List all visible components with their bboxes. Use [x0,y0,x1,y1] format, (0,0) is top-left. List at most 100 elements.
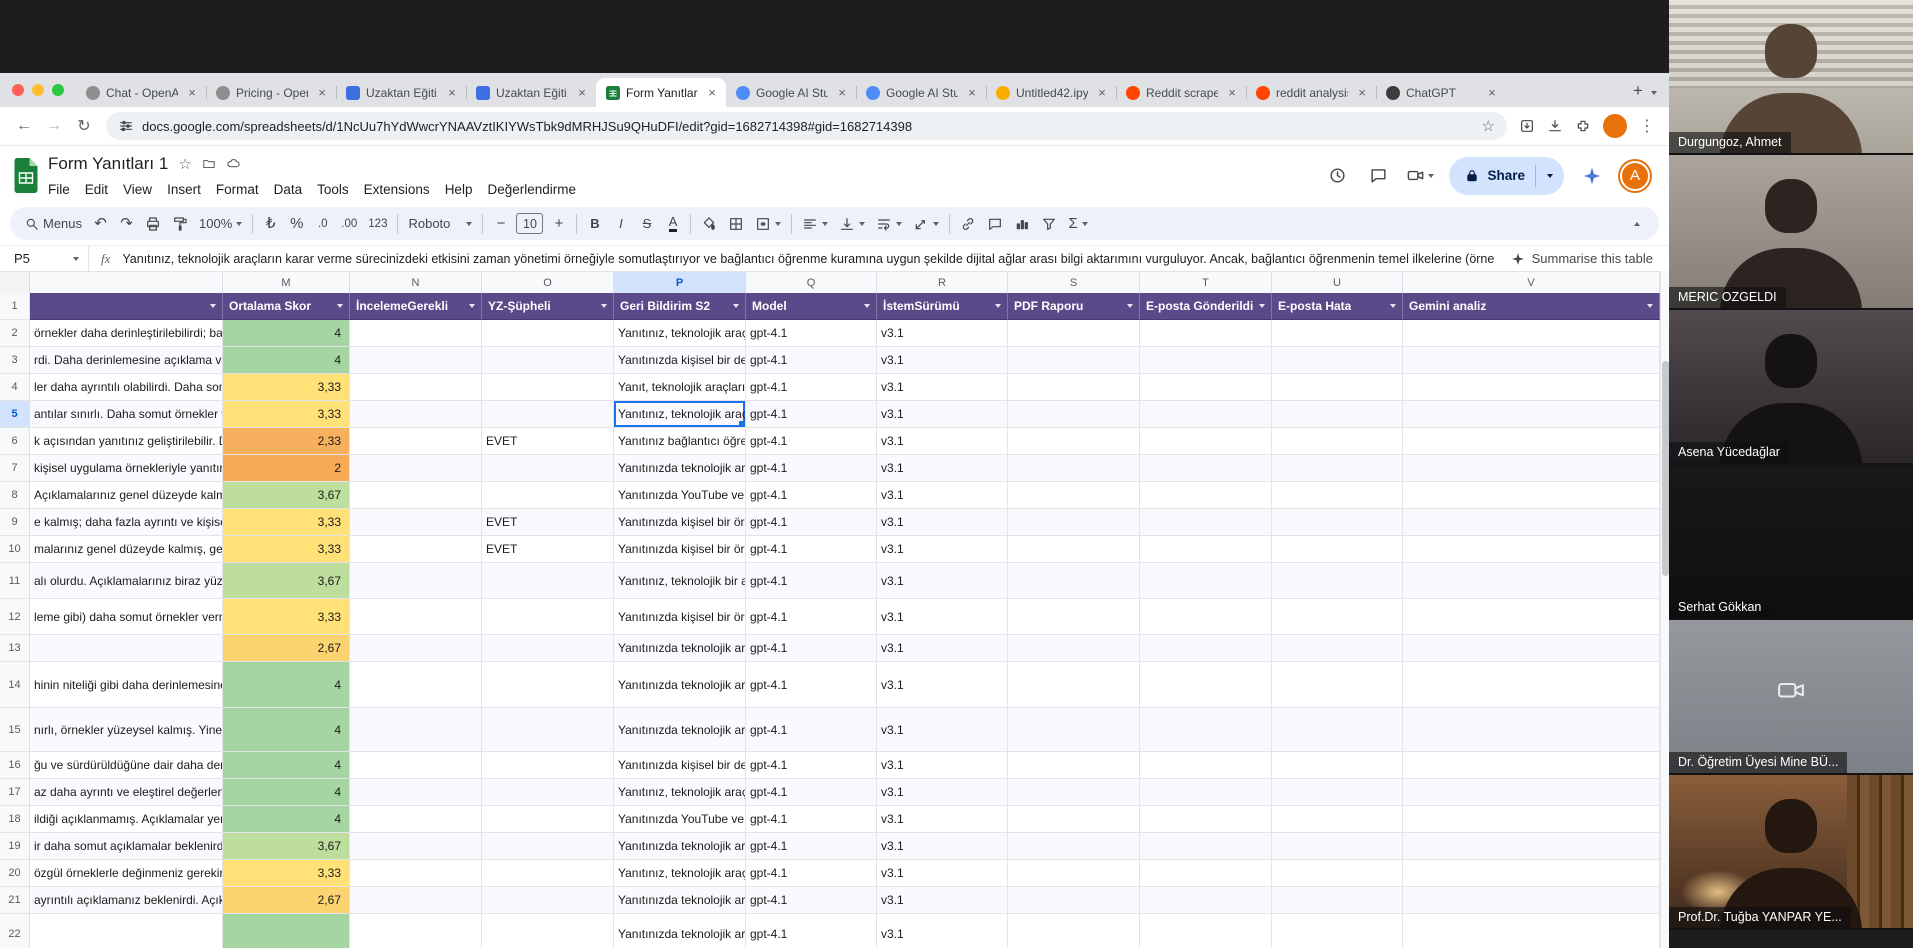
cell-email-sent[interactable] [1140,347,1272,374]
cell-feedback[interactable]: Yanıtınız, teknolojik araç [614,779,746,806]
cell-email-error[interactable] [1272,833,1403,860]
undo-button[interactable]: ↶ [88,211,113,237]
cell-yz[interactable] [482,708,614,752]
cell-inceleme[interactable] [350,347,482,374]
version-history-icon[interactable] [1324,163,1350,189]
cell-model[interactable]: gpt-4.1 [746,752,877,779]
star-document-icon[interactable]: ☆ [178,155,191,173]
cell-feedback[interactable]: Yanıtınızda kişisel bir ör [614,599,746,635]
column-header-M[interactable]: Ortalama Skor [223,293,350,320]
extensions-icon[interactable] [1575,118,1591,134]
cell-model[interactable]: gpt-4.1 [746,320,877,347]
format-currency-button[interactable]: ₺ [258,211,283,237]
cell-email-error[interactable] [1272,914,1403,948]
cell-yz[interactable]: EVET [482,509,614,536]
cell-version[interactable]: v3.1 [877,509,1008,536]
cell-model[interactable]: gpt-4.1 [746,563,877,599]
row-number[interactable]: 21 [0,887,30,914]
cell-response[interactable]: özgül örneklerle değinmeniz gerekir [30,860,223,887]
tab-close-icon[interactable]: × [314,85,330,101]
cell-version[interactable]: v3.1 [877,563,1008,599]
cell-inceleme[interactable] [350,914,482,948]
cell-score[interactable]: 3,33 [223,509,350,536]
cell-email-sent[interactable] [1140,662,1272,708]
cell-email-error[interactable] [1272,428,1403,455]
cell-yz[interactable] [482,806,614,833]
cell-email-sent[interactable] [1140,455,1272,482]
cell-model[interactable]: gpt-4.1 [746,806,877,833]
cell-inceleme[interactable] [350,833,482,860]
filter-caret-icon[interactable] [1127,304,1133,308]
cell-yz[interactable] [482,662,614,708]
tab-close-icon[interactable]: × [964,85,980,101]
cell-response[interactable]: leme gibi) daha somut örnekler verm [30,599,223,635]
cell-feedback[interactable]: Yanıtınızda teknolojik ar [614,455,746,482]
cell-gemini[interactable] [1403,536,1660,563]
cell-model[interactable]: gpt-4.1 [746,662,877,708]
collapse-toolbar-button[interactable] [1624,211,1649,237]
omnibox[interactable]: docs.google.com/spreadsheets/d/1NcUu7hYd… [106,112,1507,140]
cell-version[interactable]: v3.1 [877,347,1008,374]
profile-avatar[interactable] [1603,114,1627,138]
cell-email-sent[interactable] [1140,806,1272,833]
cell-feedback[interactable]: Yanıt, teknolojik araçları [614,374,746,401]
cell-email-error[interactable] [1272,374,1403,401]
cell-inceleme[interactable] [350,320,482,347]
cell-email-error[interactable] [1272,779,1403,806]
menu-extensions[interactable]: Extensions [357,180,437,199]
downloads-icon[interactable] [1547,118,1563,134]
cell-gemini[interactable] [1403,806,1660,833]
cell-score[interactable]: 4 [223,708,350,752]
cell-score[interactable]: 4 [223,662,350,708]
cell-email-sent[interactable] [1140,401,1272,428]
cell-feedback[interactable]: Yanıtınız, teknolojik bir a [614,563,746,599]
menu-data[interactable]: Data [267,180,310,199]
browser-tab[interactable]: Uzaktan Eğiti...× [466,78,596,107]
cell-score[interactable]: 3,33 [223,536,350,563]
menu-help[interactable]: Help [438,180,480,199]
text-wrap-button[interactable] [871,211,907,237]
browser-tab[interactable]: Untitled42.ipy...× [986,78,1116,107]
cell-pdf[interactable] [1008,320,1140,347]
cell-email-sent[interactable] [1140,779,1272,806]
document-title[interactable]: Form Yanıtları 1 [48,154,168,174]
share-button[interactable]: Share [1449,157,1564,195]
filter-caret-icon[interactable] [210,304,216,308]
cell-email-sent[interactable] [1140,752,1272,779]
browser-tab[interactable]: Reddit scraper× [1116,78,1246,107]
column-letter-Q[interactable]: Q [746,272,877,294]
fill-color-button[interactable] [696,211,722,237]
vertical-scrollbar[interactable] [1660,271,1669,948]
column-header-partial[interactable] [30,293,223,320]
cell-gemini[interactable] [1403,599,1660,635]
create-filter-button[interactable] [1036,211,1062,237]
meet-button[interactable] [1406,166,1434,185]
cell-version[interactable]: v3.1 [877,374,1008,401]
cell-version[interactable]: v3.1 [877,635,1008,662]
menu-format[interactable]: Format [209,180,266,199]
sheets-logo-icon[interactable] [14,158,38,193]
cell-email-sent[interactable] [1140,563,1272,599]
filter-caret-icon[interactable] [1390,304,1396,308]
tab-close-icon[interactable]: × [444,85,460,101]
cell-yz[interactable]: EVET [482,536,614,563]
cell-email-sent[interactable] [1140,536,1272,563]
cell-gemini[interactable] [1403,401,1660,428]
row-number[interactable]: 8 [0,482,30,509]
cell-score[interactable]: 4 [223,347,350,374]
cell-email-error[interactable] [1272,752,1403,779]
cell-feedback[interactable]: Yanıtınız, teknolojik araç [614,860,746,887]
cell-email-error[interactable] [1272,860,1403,887]
row-number[interactable]: 22 [0,914,30,948]
cell-response[interactable]: rdi. Daha derinlemesine açıklama ve [30,347,223,374]
cell-email-sent[interactable] [1140,635,1272,662]
column-letter-S[interactable]: S [1008,272,1140,294]
cell-gemini[interactable] [1403,914,1660,948]
cell-pdf[interactable] [1008,708,1140,752]
cell-score[interactable] [223,914,350,948]
insert-comment-button[interactable] [982,211,1008,237]
cell-response[interactable] [30,635,223,662]
cell-inceleme[interactable] [350,563,482,599]
new-tab-button[interactable]: + [1625,78,1651,104]
cell-pdf[interactable] [1008,347,1140,374]
